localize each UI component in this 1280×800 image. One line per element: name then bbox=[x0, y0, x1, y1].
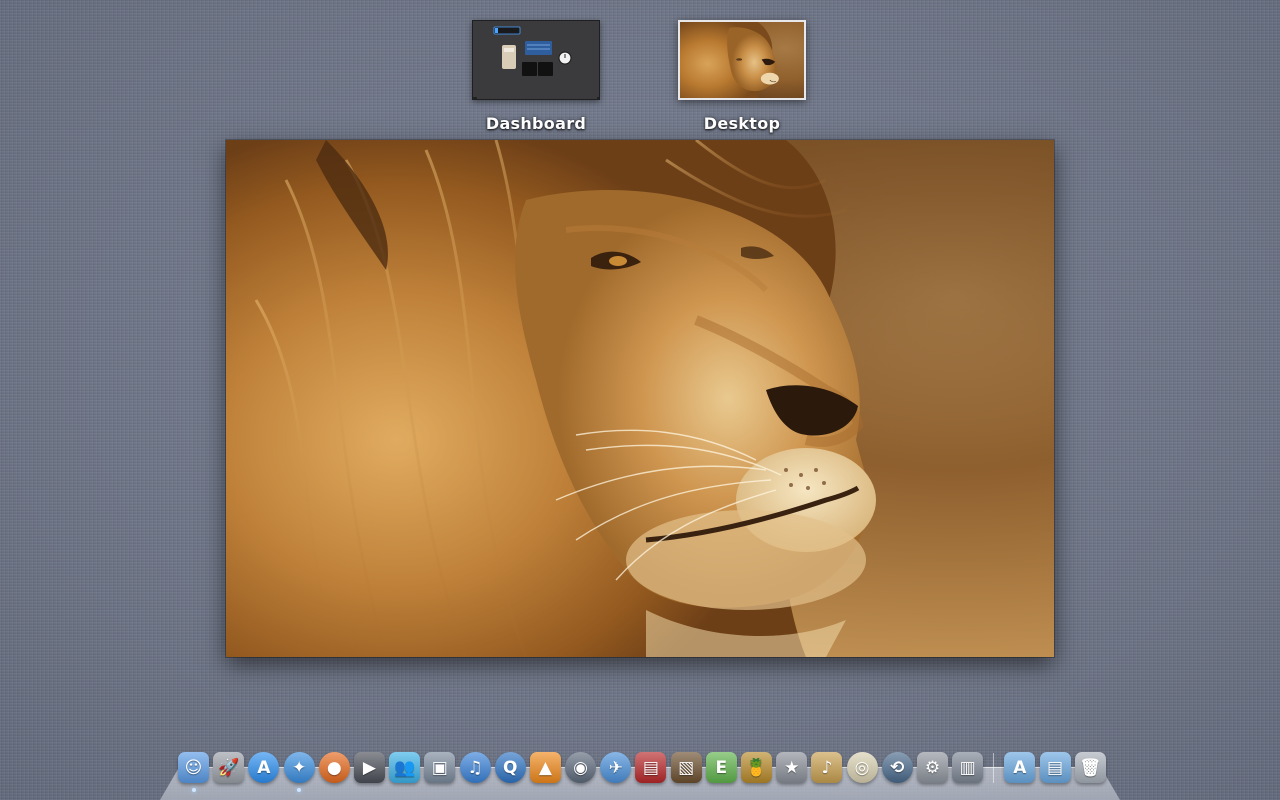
system-preferences-icon[interactable]: ⚙ bbox=[916, 752, 948, 783]
dvd-player-icon[interactable]: ◎ bbox=[846, 752, 878, 783]
dock-icons: ☺ 🚀 A ✦ ● ▶ 👥 ▣ ♫ Q ▲ ◉ ✈ ▤ ▧ E 🍍 ★ ♪ ◎ ⟲ ⚙ ▥ A ▤ 🗑 bbox=[178, 752, 1110, 792]
garageband-icon[interactable]: ♪ bbox=[811, 752, 843, 783]
dashboard-widgets-icon bbox=[473, 21, 599, 99]
space-label-desktop: Desktop bbox=[703, 114, 781, 133]
dashboard-thumbnail[interactable] bbox=[472, 20, 600, 100]
app-store-icon[interactable]: A bbox=[248, 752, 280, 783]
mail-icon[interactable]: ✈ bbox=[600, 752, 632, 783]
imovie-icon[interactable]: ★ bbox=[776, 752, 808, 783]
finder-icon[interactable]: ☺ bbox=[178, 752, 209, 792]
dock: ☺ 🚀 A ✦ ● ▶ 👥 ▣ ♫ Q ▲ ◉ ✈ ▤ ▧ E 🍍 ★ ♪ ◎ ⟲ ⚙ ▥ A ▤ 🗑 bbox=[160, 745, 1120, 800]
itunes-icon[interactable]: ♫ bbox=[459, 752, 491, 783]
facetime-icon[interactable]: ▶ bbox=[353, 752, 385, 783]
running-indicator bbox=[191, 788, 196, 792]
evernote-icon[interactable]: E bbox=[705, 752, 737, 783]
launchpad-icon[interactable]: 🚀 bbox=[213, 752, 245, 783]
space-desktop[interactable]: Desktop bbox=[678, 20, 806, 133]
photo-browser-icon[interactable]: ▣ bbox=[424, 752, 456, 783]
trash-icon[interactable]: 🗑 bbox=[1074, 752, 1106, 783]
space-dashboard[interactable]: Dashboard bbox=[472, 20, 600, 133]
safari-icon[interactable]: ✦ bbox=[283, 752, 315, 792]
firefox-icon[interactable]: ● bbox=[318, 752, 350, 783]
messenger-icon[interactable]: 👥 bbox=[389, 752, 421, 783]
time-machine-icon[interactable]: ⟲ bbox=[881, 752, 913, 783]
utility-icon[interactable]: ▥ bbox=[952, 752, 984, 783]
photobooth-icon[interactable]: ▤ bbox=[635, 752, 667, 783]
lion-wallpaper bbox=[226, 140, 1054, 657]
vlc-icon[interactable]: ▲ bbox=[529, 752, 561, 783]
desktop-thumbnail[interactable] bbox=[678, 20, 806, 100]
iphoto-icon[interactable]: ▧ bbox=[670, 752, 702, 783]
desktop-preview[interactable] bbox=[226, 140, 1054, 657]
space-label-dashboard: Dashboard bbox=[485, 114, 587, 133]
lion-wallpaper-thumbnail bbox=[680, 22, 804, 98]
cocktail-icon[interactable]: 🍍 bbox=[741, 752, 772, 783]
dock-separator bbox=[993, 753, 995, 783]
media-player-icon[interactable]: ◉ bbox=[565, 752, 597, 783]
documents-folder-icon[interactable]: ▤ bbox=[1039, 752, 1071, 783]
quicktime-icon[interactable]: Q bbox=[494, 752, 526, 783]
applications-folder-icon[interactable]: A bbox=[1004, 752, 1036, 783]
